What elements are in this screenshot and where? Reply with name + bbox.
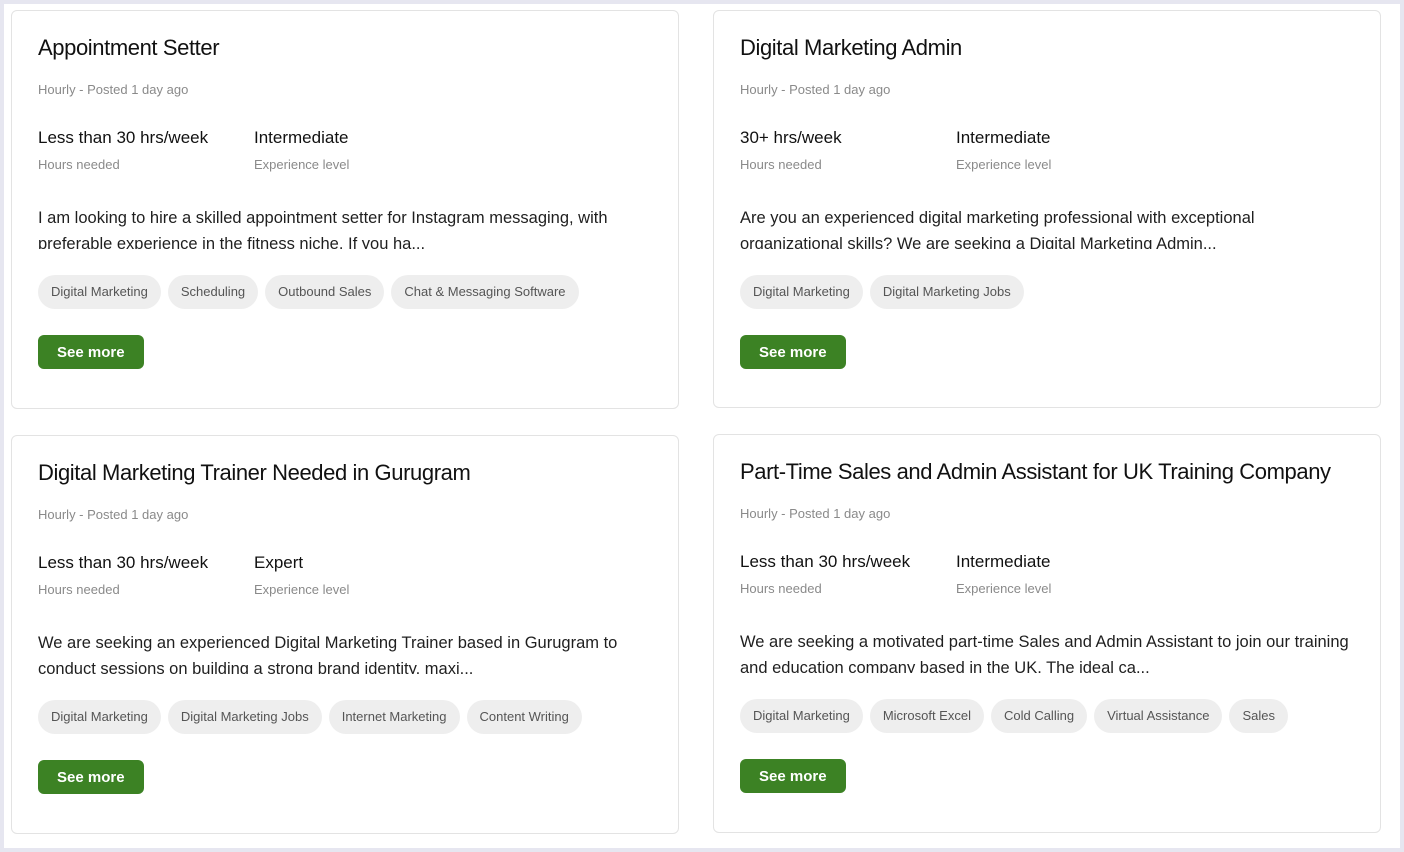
hours-needed: Less than 30 hrs/week Hours needed (38, 128, 208, 172)
experience-level: Intermediate Experience level (956, 128, 1051, 172)
skill-tag[interactable]: Cold Calling (990, 699, 1088, 733)
job-title[interactable]: Digital Marketing Admin (740, 35, 962, 61)
job-description: I am looking to hire a skilled appointme… (38, 209, 608, 249)
level-label: Experience level (956, 157, 1052, 172)
skill-tags: Digital Marketing Digital Marketing Jobs (740, 275, 1024, 309)
skill-tag[interactable]: Content Writing (466, 700, 582, 734)
level-value: Intermediate (956, 552, 1051, 571)
hours-value: Less than 30 hrs/week (740, 552, 911, 571)
job-description: Are you an experienced digital marketing… (740, 209, 1255, 249)
skill-tag[interactable]: Microsoft Excel (869, 699, 984, 733)
experience-level: Intermediate Experience level (254, 128, 349, 172)
experience-level: Expert Experience level (254, 553, 349, 597)
job-description: We are seeking a motivated part-time Sal… (740, 633, 1349, 673)
hours-needed: 30+ hrs/week Hours needed (740, 128, 842, 172)
level-value: Expert (254, 553, 304, 572)
job-card: Part-Time Sales and Admin Assistant for … (713, 434, 1381, 833)
skill-tag[interactable]: Digital Marketing Jobs (167, 700, 322, 734)
job-description: We are seeking an experienced Digital Ma… (38, 634, 618, 674)
level-label: Experience level (254, 582, 350, 597)
job-card: Digital Marketing Admin Hourly - Posted … (713, 10, 1381, 408)
job-card: Digital Marketing Trainer Needed in Guru… (11, 435, 679, 834)
hours-needed: Less than 30 hrs/week Hours needed (740, 552, 910, 596)
level-label: Experience level (956, 581, 1052, 596)
experience-level: Intermediate Experience level (956, 552, 1051, 596)
hours-label: Hours needed (38, 157, 120, 172)
see-more-button[interactable]: See more (740, 759, 846, 793)
skill-tag[interactable]: Internet Marketing (328, 700, 460, 734)
hours-value: 30+ hrs/week (740, 128, 842, 147)
skill-tag[interactable]: Outbound Sales (265, 275, 385, 309)
job-posted-info: Hourly - Posted 1 day ago (740, 82, 891, 97)
job-title[interactable]: Part-Time Sales and Admin Assistant for … (740, 459, 1331, 485)
level-value: Intermediate (956, 128, 1051, 147)
skill-tags: Digital Marketing Microsoft Excel Cold C… (740, 699, 1288, 733)
job-title[interactable]: Appointment Setter (38, 35, 220, 61)
level-label: Experience level (254, 157, 350, 172)
skill-tag[interactable]: Digital Marketing Jobs (869, 275, 1024, 309)
hours-needed: Less than 30 hrs/week Hours needed (38, 553, 208, 597)
skill-tag[interactable]: Digital Marketing (38, 275, 161, 309)
skill-tag[interactable]: Chat & Messaging Software (391, 275, 579, 309)
hours-label: Hours needed (740, 581, 822, 596)
skill-tag[interactable]: Digital Marketing (740, 275, 863, 309)
skill-tag[interactable]: Sales (1229, 699, 1288, 733)
skill-tags: Digital Marketing Digital Marketing Jobs… (38, 700, 582, 734)
job-posted-info: Hourly - Posted 1 day ago (38, 507, 189, 522)
skill-tag[interactable]: Digital Marketing (740, 699, 863, 733)
job-posted-info: Hourly - Posted 1 day ago (38, 82, 189, 97)
level-value: Intermediate (254, 128, 349, 147)
see-more-button[interactable]: See more (38, 335, 144, 369)
hours-label: Hours needed (38, 582, 120, 597)
skill-tag[interactable]: Virtual Assistance (1094, 699, 1223, 733)
hours-value: Less than 30 hrs/week (38, 553, 209, 572)
job-title[interactable]: Digital Marketing Trainer Needed in Guru… (38, 460, 471, 486)
job-posted-info: Hourly - Posted 1 day ago (740, 506, 891, 521)
job-card: Appointment Setter Hourly - Posted 1 day… (11, 10, 679, 409)
hours-value: Less than 30 hrs/week (38, 128, 209, 147)
see-more-button[interactable]: See more (38, 760, 144, 794)
skill-tag[interactable]: Scheduling (167, 275, 259, 309)
hours-label: Hours needed (740, 157, 822, 172)
see-more-button[interactable]: See more (740, 335, 846, 369)
skill-tag[interactable]: Digital Marketing (38, 700, 161, 734)
skill-tags: Digital Marketing Scheduling Outbound Sa… (38, 275, 579, 309)
